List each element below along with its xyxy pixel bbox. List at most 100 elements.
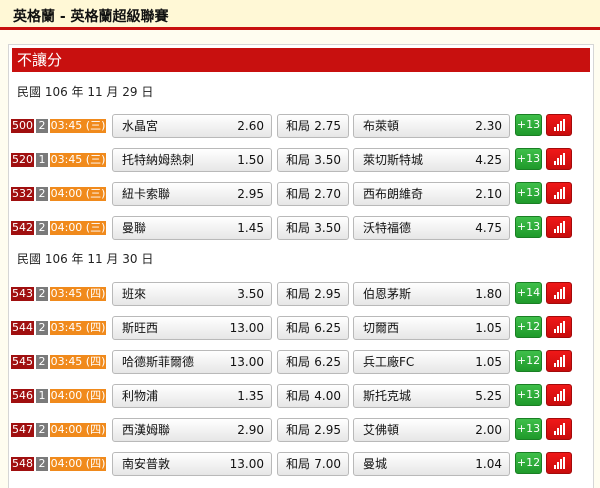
kickoff-time-badge: 03:45 (四): [50, 321, 106, 335]
page-title: 英格蘭 - 英格蘭超級聯賽: [13, 9, 169, 25]
home-odds-value: 2.90: [237, 423, 264, 437]
away-odds-button[interactable]: 兵工廠FC 1.05: [353, 350, 510, 374]
draw-odds-value: 6.25: [314, 355, 341, 369]
bar-chart-icon: [554, 119, 566, 131]
home-team-name: 托特納姆熱刺: [122, 153, 195, 167]
home-odds-button[interactable]: 南安普敦 13.00: [112, 452, 272, 476]
stats-button[interactable]: [546, 216, 572, 238]
draw-odds-button[interactable]: 和局 2.75: [277, 114, 349, 138]
stats-button[interactable]: [546, 452, 572, 474]
bar-chart-icon: [554, 389, 566, 401]
kickoff-time-badge: 04:00 (四): [50, 423, 106, 437]
more-markets-button[interactable]: +12: [515, 452, 542, 474]
home-odds-value: 13.00: [229, 321, 264, 335]
more-markets-button[interactable]: +13: [515, 384, 542, 406]
match-code-badge: 544: [11, 321, 34, 335]
draw-odds-value: 7.00: [314, 457, 341, 471]
more-markets-button[interactable]: +13: [515, 114, 542, 136]
kickoff-time-badge: 03:45 (四): [50, 355, 106, 369]
away-team-name: 艾佛頓: [363, 423, 400, 437]
kickoff-time-badge: 04:00 (三): [50, 221, 106, 235]
away-odds-button[interactable]: 切爾西 1.05: [353, 316, 510, 340]
stats-button[interactable]: [546, 282, 572, 304]
away-odds-value: 1.04: [475, 457, 502, 471]
more-markets-button[interactable]: +13: [515, 148, 542, 170]
match-code-badge: 546: [11, 389, 34, 403]
more-markets-button[interactable]: +13: [515, 182, 542, 204]
draw-odds-button[interactable]: 和局 6.25: [277, 316, 349, 340]
bar-chart-icon: [554, 153, 566, 165]
home-odds-value: 1.45: [237, 221, 264, 235]
draw-odds-button[interactable]: 和局 4.00: [277, 384, 349, 408]
draw-label: 和局: [286, 457, 311, 471]
home-team-name: 班來: [122, 287, 147, 301]
match-row: 500 2 03:45 (三) 水晶宮 2.60 和局 2.75 布萊頓 2.30 +13: [9, 112, 595, 140]
match-row: 545 2 03:45 (四) 哈德斯菲爾德 13.00 和局 6.25 兵工廠FC 1.05 +…: [9, 348, 595, 376]
home-odds-button[interactable]: 托特納姆熱刺 1.50: [112, 148, 272, 172]
away-odds-button[interactable]: 西布朗維奇 2.10: [353, 182, 510, 206]
match-code-badge: 545: [11, 355, 34, 369]
home-odds-value: 3.50: [237, 287, 264, 301]
home-odds-button[interactable]: 斯旺西 13.00: [112, 316, 272, 340]
level-badge: 1: [36, 153, 48, 167]
more-markets-button[interactable]: +13: [515, 216, 542, 238]
away-team-name: 兵工廠FC: [363, 355, 415, 369]
away-odds-button[interactable]: 布萊頓 2.30: [353, 114, 510, 138]
home-odds-button[interactable]: 西漢姆聯 2.90: [112, 418, 272, 442]
stats-button[interactable]: [546, 114, 572, 136]
home-odds-button[interactable]: 哈德斯菲爾德 13.00: [112, 350, 272, 374]
away-odds-button[interactable]: 艾佛頓 2.00: [353, 418, 510, 442]
kickoff-time-badge: 03:45 (三): [50, 119, 106, 133]
draw-odds-value: 2.75: [314, 119, 341, 133]
draw-label: 和局: [286, 423, 311, 437]
away-odds-value: 2.10: [475, 187, 502, 201]
match-code-badge: 542: [11, 221, 34, 235]
draw-label: 和局: [286, 187, 311, 201]
more-markets-button[interactable]: +14: [515, 282, 542, 304]
home-team-name: 南安普敦: [122, 457, 171, 471]
home-odds-button[interactable]: 水晶宮 2.60: [112, 114, 272, 138]
draw-odds-button[interactable]: 和局 6.25: [277, 350, 349, 374]
stats-button[interactable]: [546, 148, 572, 170]
stats-button[interactable]: [546, 384, 572, 406]
away-team-name: 切爾西: [363, 321, 400, 335]
home-odds-value: 13.00: [229, 355, 264, 369]
bar-chart-icon: [554, 355, 566, 367]
draw-odds-value: 6.25: [314, 321, 341, 335]
stats-button[interactable]: [546, 182, 572, 204]
kickoff-time-badge: 03:45 (三): [50, 153, 106, 167]
away-odds-value: 5.25: [475, 389, 502, 403]
bar-chart-icon: [554, 187, 566, 199]
home-odds-button[interactable]: 紐卡索聯 2.95: [112, 182, 272, 206]
away-odds-value: 4.25: [475, 153, 502, 167]
draw-odds-button[interactable]: 和局 3.50: [277, 216, 349, 240]
draw-odds-button[interactable]: 和局 2.95: [277, 282, 349, 306]
draw-label: 和局: [286, 321, 311, 335]
away-odds-button[interactable]: 伯恩茅斯 1.80: [353, 282, 510, 306]
match-row: 542 2 04:00 (三) 曼聯 1.45 和局 3.50 沃特福德 4.75 +13: [9, 214, 595, 242]
home-odds-value: 2.60: [237, 119, 264, 133]
draw-odds-button[interactable]: 和局 2.95: [277, 418, 349, 442]
draw-label: 和局: [286, 355, 311, 369]
match-code-badge: 547: [11, 423, 34, 437]
away-odds-button[interactable]: 曼城 1.04: [353, 452, 510, 476]
more-markets-button[interactable]: +12: [515, 350, 542, 372]
home-team-name: 水晶宮: [122, 119, 159, 133]
away-odds-button[interactable]: 萊切斯特城 4.25: [353, 148, 510, 172]
home-odds-button[interactable]: 班來 3.50: [112, 282, 272, 306]
stats-button[interactable]: [546, 350, 572, 372]
kickoff-time-badge: 03:45 (四): [50, 287, 106, 301]
draw-odds-button[interactable]: 和局 7.00: [277, 452, 349, 476]
home-odds-button[interactable]: 曼聯 1.45: [112, 216, 272, 240]
away-team-name: 曼城: [363, 457, 388, 471]
bar-chart-icon: [554, 321, 566, 333]
draw-odds-button[interactable]: 和局 3.50: [277, 148, 349, 172]
draw-odds-button[interactable]: 和局 2.70: [277, 182, 349, 206]
stats-button[interactable]: [546, 418, 572, 440]
home-odds-button[interactable]: 利物浦 1.35: [112, 384, 272, 408]
more-markets-button[interactable]: +12: [515, 316, 542, 338]
away-odds-button[interactable]: 斯托克城 5.25: [353, 384, 510, 408]
stats-button[interactable]: [546, 316, 572, 338]
away-odds-button[interactable]: 沃特福德 4.75: [353, 216, 510, 240]
more-markets-button[interactable]: +13: [515, 418, 542, 440]
